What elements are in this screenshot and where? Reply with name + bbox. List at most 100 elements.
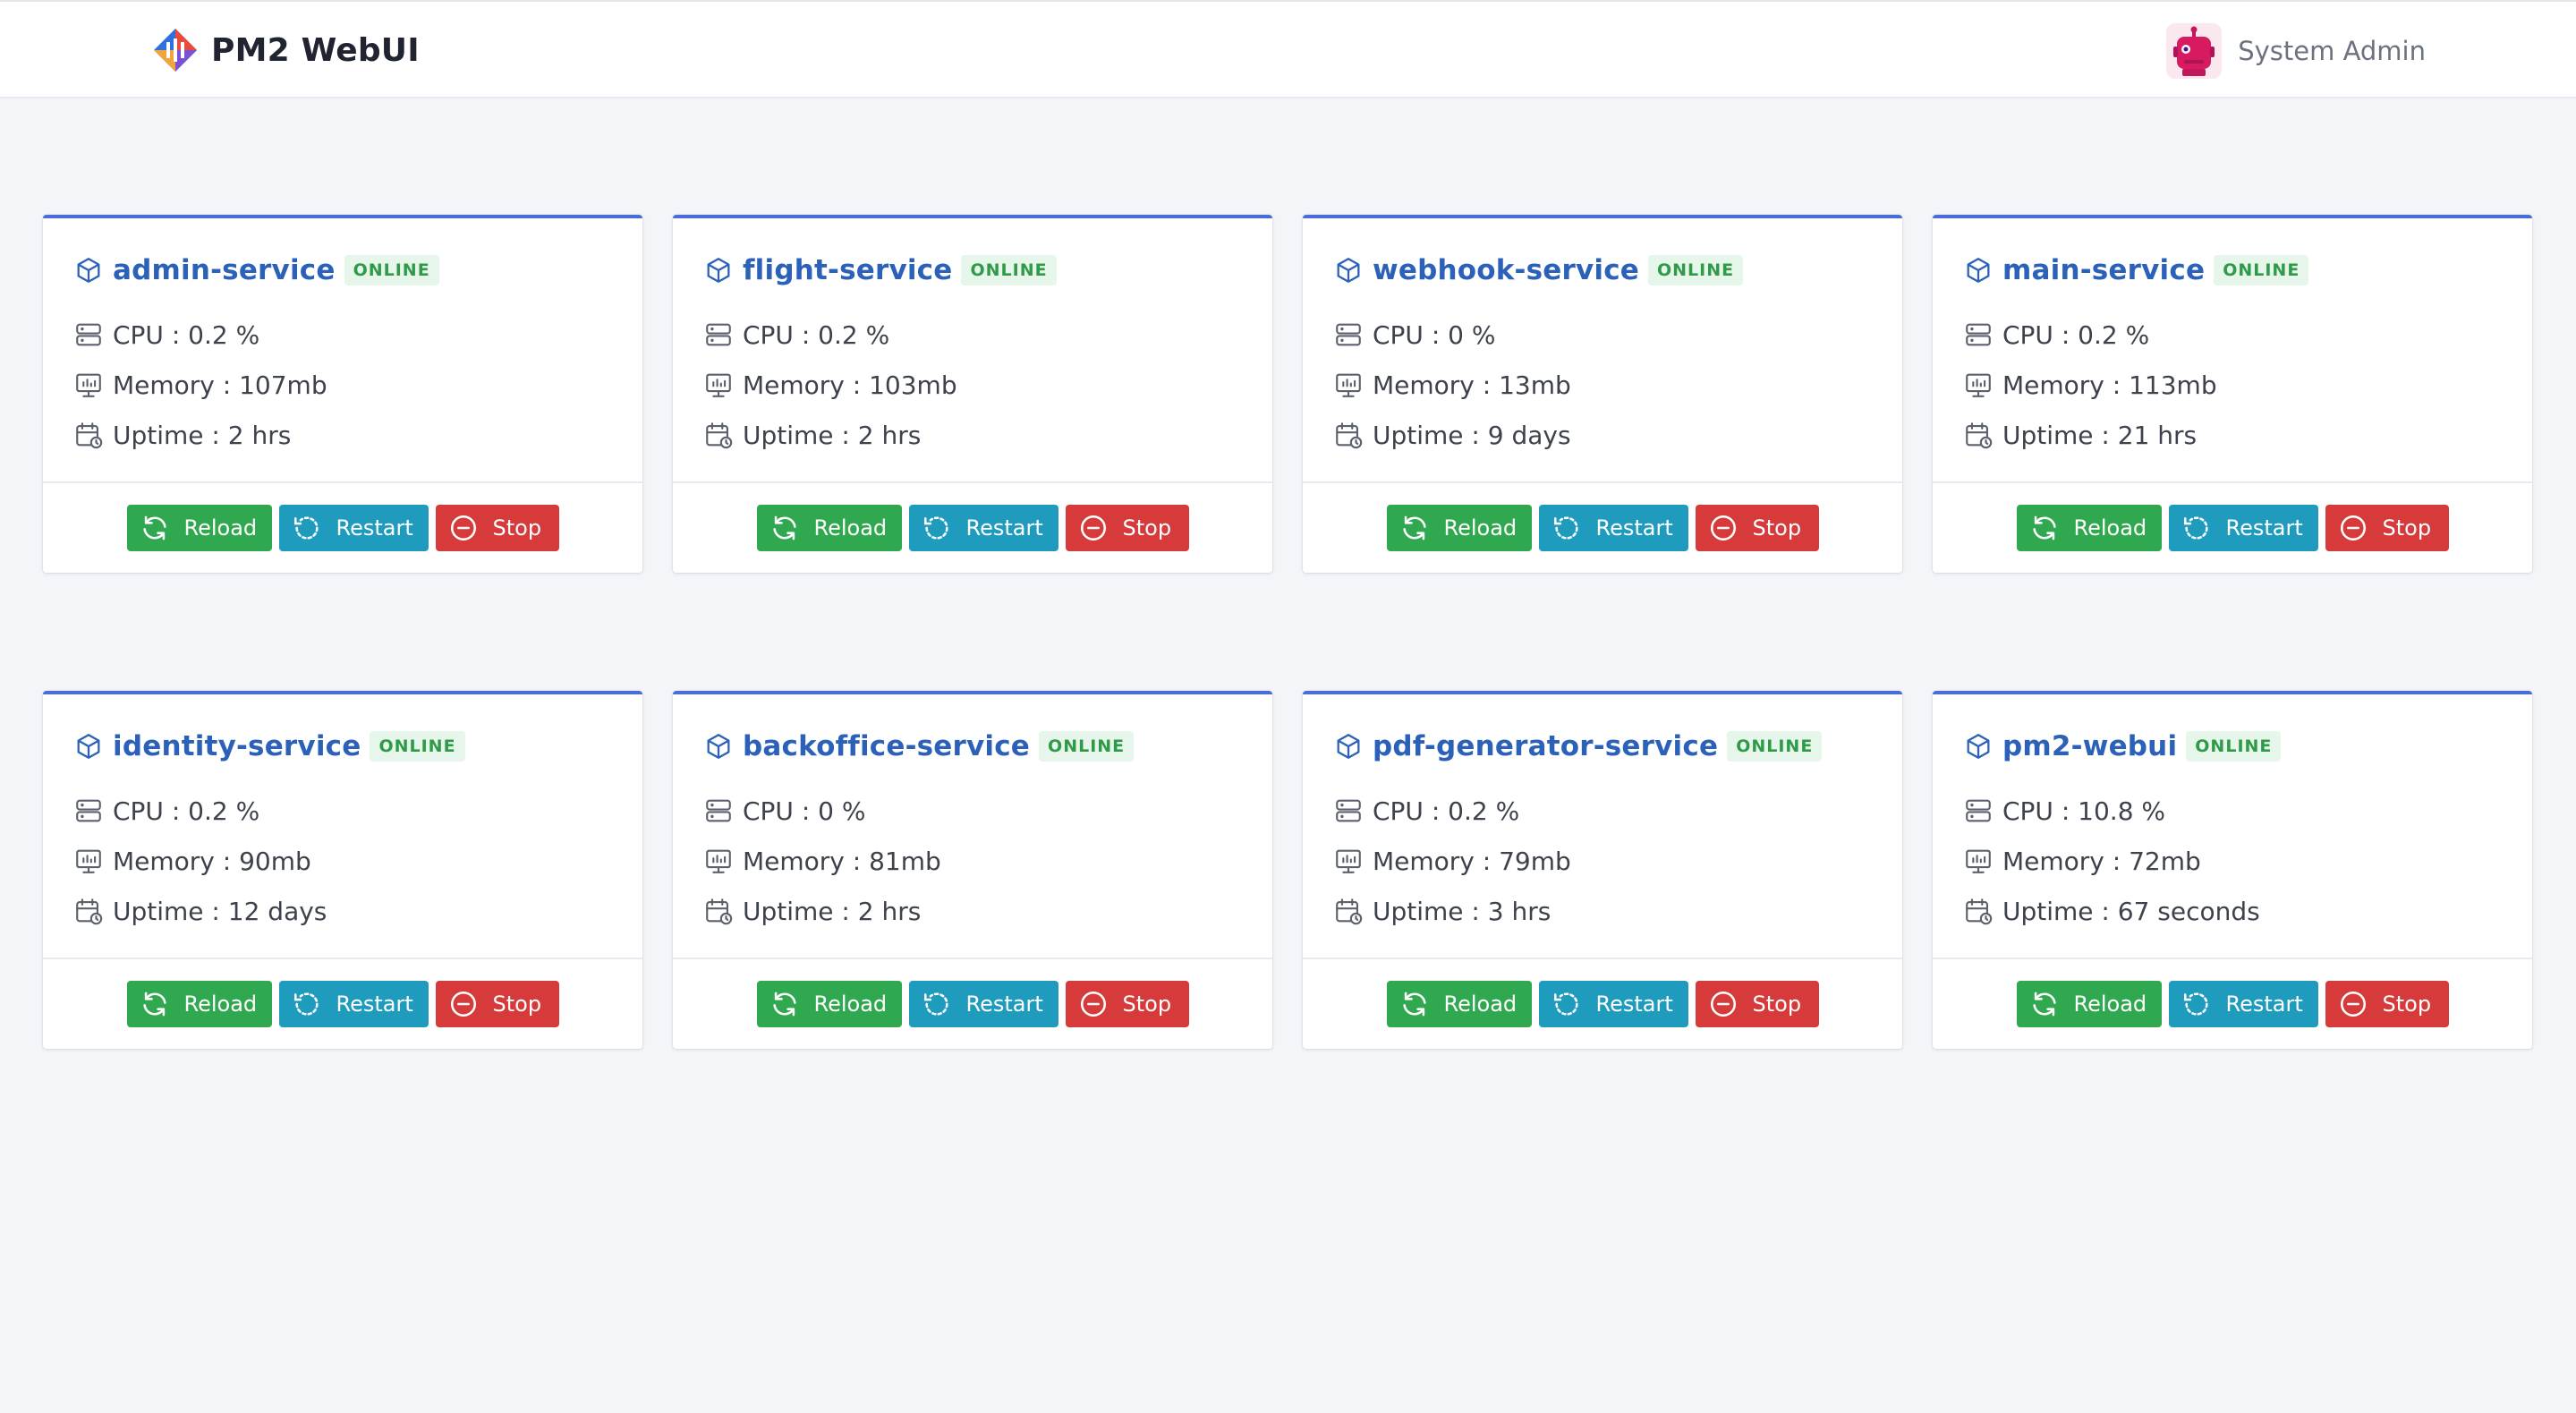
stop-button[interactable]: Stop [1065,505,1189,551]
memory-label: Memory : [743,370,870,400]
top-navbar: PM2 WebUI System Admin [0,0,2576,98]
stop-button[interactable]: Stop [435,981,559,1027]
server-icon [1336,799,1361,822]
server-icon [1966,323,1991,346]
monitor-chart-icon [76,849,101,873]
user-name: System Admin [2238,36,2426,66]
reload-button[interactable]: Reload [1386,505,1532,551]
cpu-label: CPU : [1373,319,1449,350]
cpu-stat: CPU : 0.2 % [703,310,1242,360]
stop-button[interactable]: Stop [1065,981,1189,1027]
stop-label: Stop [2382,515,2432,541]
uptime-value: 21 hrs [2117,420,2198,450]
memory-stat: Memory : 79mb [1333,836,1872,886]
service-name[interactable]: backoffice-service [743,730,1030,762]
service-title-row: main-service ONLINE [1963,249,2502,292]
service-title-row: webhook-service ONLINE [1333,249,1872,292]
restart-button[interactable]: Restart [908,981,1058,1027]
memory-label: Memory : [2002,846,2130,876]
reload-button[interactable]: Reload [2016,981,2162,1027]
service-title-row: pm2-webui ONLINE [1963,725,2502,768]
stop-button[interactable]: Stop [2325,505,2449,551]
cpu-label: CPU : [743,319,819,350]
service-name[interactable]: pm2-webui [2002,730,2177,762]
service-name[interactable]: admin-service [113,254,336,286]
restart-button[interactable]: Restart [2168,981,2318,1027]
box-icon [1337,258,1360,283]
memory-value: 107mb [239,370,327,400]
restart-button[interactable]: Restart [278,981,429,1027]
reload-button[interactable]: Reload [126,505,272,551]
stop-label: Stop [1122,992,1172,1017]
cpu-value: 0.2 % [188,319,260,350]
reload-label: Reload [2073,515,2147,541]
uptime-label: Uptime : [113,420,228,450]
uptime-label: Uptime : [743,896,858,926]
service-name[interactable]: pdf-generator-service [1373,730,1718,762]
service-name[interactable]: flight-service [743,254,952,286]
minus-circle-icon [450,515,476,541]
memory-stat: Memory : 81mb [703,836,1242,886]
restart-button[interactable]: Restart [1538,505,1688,551]
restart-button[interactable]: Restart [1538,981,1688,1027]
restart-button[interactable]: Restart [908,505,1058,551]
restart-dashed-icon [923,992,948,1016]
memory-value: 72mb [2129,846,2201,876]
user-menu[interactable]: System Admin [2166,23,2426,79]
reload-button[interactable]: Reload [756,505,902,551]
reload-label: Reload [183,515,258,541]
brand[interactable]: PM2 WebUI [152,25,420,75]
cpu-label: CPU : [743,796,819,826]
box-icon [1967,258,1990,283]
uptime-stat: Uptime : 3 hrs [1333,886,1872,936]
uptime-value: 67 seconds [2117,896,2260,926]
monitor-chart-icon [1966,849,1991,873]
server-icon [706,323,731,346]
cpu-label: CPU : [1373,796,1449,826]
refresh-icon [1402,992,1426,1017]
restart-button[interactable]: Restart [2168,505,2318,551]
cpu-value: 0.2 % [818,319,890,350]
cpu-stat: CPU : 0.2 % [1963,310,2502,360]
memory-stat: Memory : 90mb [73,836,612,886]
service-card: flight-service ONLINE CPU : 0.2 % Memory… [673,215,1272,573]
service-name[interactable]: identity-service [113,730,361,762]
service-actions: Reload Restart Stop [1933,959,2532,1049]
pm2-logo-icon [154,29,197,72]
stop-label: Stop [1752,992,1802,1017]
memory-value: 90mb [239,846,311,876]
service-name[interactable]: webhook-service [1373,254,1639,286]
stop-button[interactable]: Stop [1695,981,1819,1027]
restart-button[interactable]: Restart [278,505,429,551]
uptime-value: 2 hrs [857,420,922,450]
stop-button[interactable]: Stop [2325,981,2449,1027]
stop-button[interactable]: Stop [1695,505,1819,551]
service-card: identity-service ONLINE CPU : 0.2 % Memo… [43,691,642,1049]
refresh-icon [2032,992,2056,1017]
service-actions: Reload Restart Stop [43,959,642,1049]
stop-label: Stop [492,992,542,1017]
reload-button[interactable]: Reload [2016,505,2162,551]
service-name[interactable]: main-service [2002,254,2205,286]
stop-button[interactable]: Stop [435,505,559,551]
monitor-chart-icon [1336,849,1361,873]
cpu-stat: CPU : 0.2 % [1333,786,1872,836]
service-card-body: webhook-service ONLINE CPU : 0 % Memory … [1303,218,1902,483]
cpu-stat: CPU : 0.2 % [73,786,612,836]
reload-button[interactable]: Reload [756,981,902,1027]
calendar-clock-icon [706,898,733,925]
restart-dashed-icon [2183,992,2208,1016]
service-actions: Reload Restart Stop [43,483,642,573]
status-badge: ONLINE [1648,255,1744,285]
memory-stat: Memory : 103mb [703,360,1242,410]
reload-button[interactable]: Reload [1386,981,1532,1027]
memory-value: 103mb [869,370,957,400]
box-icon [707,734,730,759]
reload-button[interactable]: Reload [126,981,272,1027]
uptime-stat: Uptime : 9 days [1333,410,1872,460]
memory-label: Memory : [1373,370,1500,400]
status-badge: ONLINE [1727,731,1823,762]
memory-label: Memory : [1373,846,1500,876]
refresh-icon [2032,515,2056,541]
restart-label: Restart [2225,515,2303,541]
